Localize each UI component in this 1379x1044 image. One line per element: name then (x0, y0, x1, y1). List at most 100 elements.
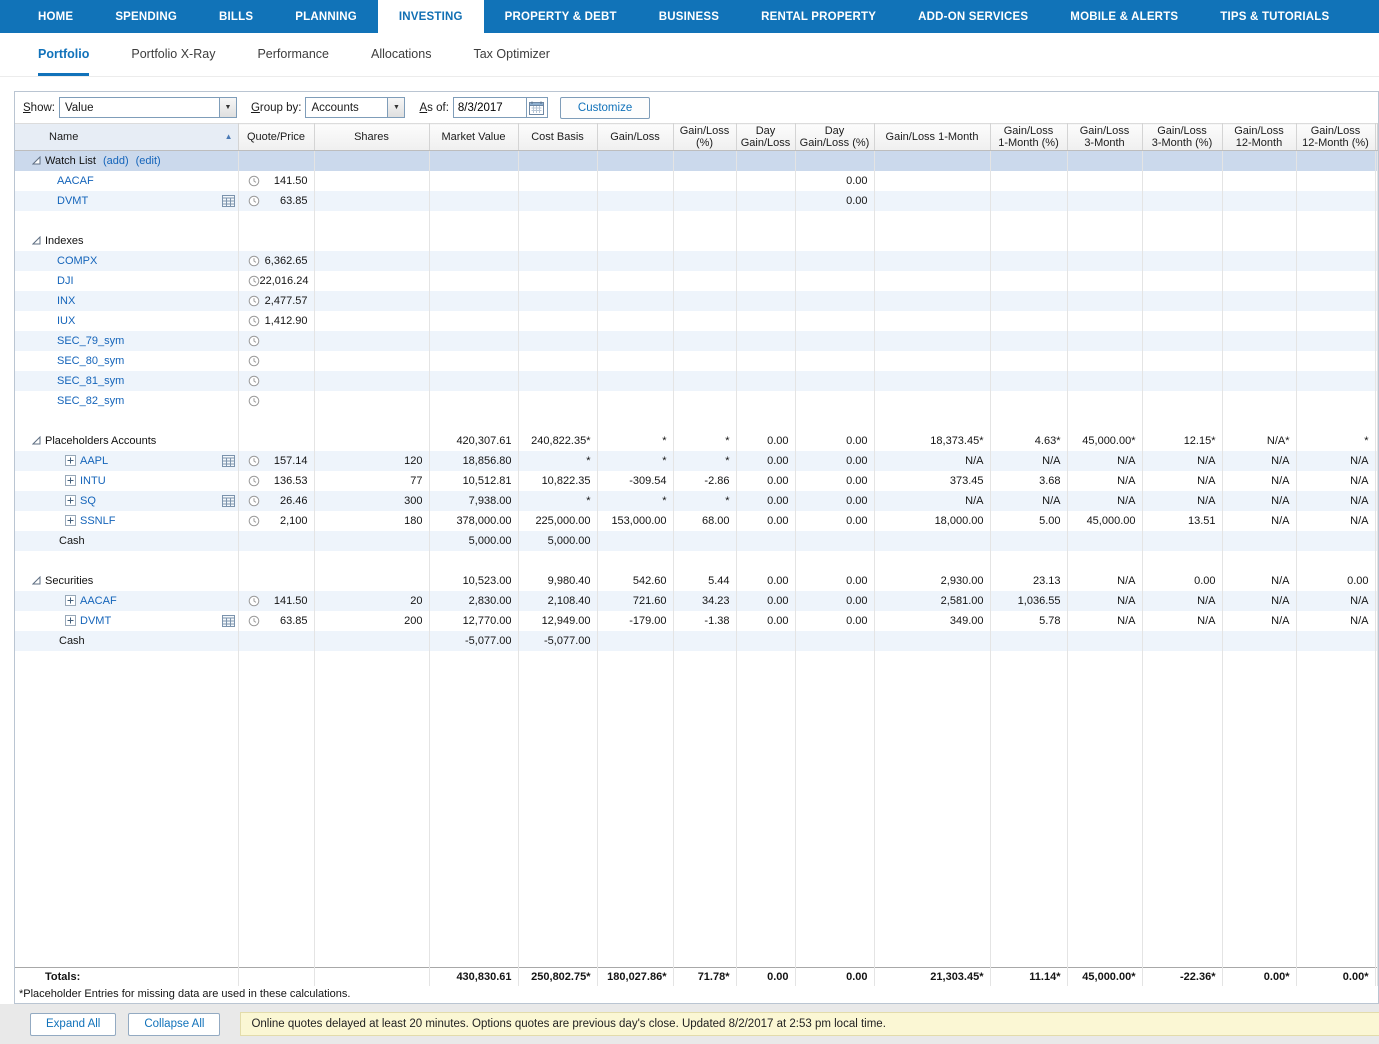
expand-icon[interactable] (65, 455, 76, 466)
symbol-link-inx[interactable]: INX (57, 295, 75, 307)
symbol-link-ssnlf[interactable]: SSNLF (80, 515, 115, 527)
col-header-market_value[interactable]: Market Value (429, 124, 518, 151)
security-row-compx[interactable]: COMPX6,362.65 (15, 251, 1378, 271)
cell-day_gl (736, 311, 795, 331)
symbol-link-compx[interactable]: COMPX (57, 255, 97, 267)
nav-item-home[interactable]: HOME (17, 0, 94, 33)
security-row-ssnlf[interactable]: SSNLF2,100180378,000.00225,000.00153,000… (15, 511, 1378, 531)
security-row-aapl[interactable]: AAPL157.1412018,856.80***0.000.00N/AN/AN… (15, 451, 1378, 471)
cell-m1_pct (990, 211, 1067, 231)
group-collapse-icon[interactable] (32, 576, 41, 585)
symbol-link-sec-80-sym[interactable]: SEC_80_sym (57, 355, 124, 367)
nav-item-spending[interactable]: SPENDING (94, 0, 198, 33)
price-history-icon[interactable] (222, 615, 235, 627)
expand-icon[interactable] (65, 595, 76, 606)
col-header-gain_loss_pct[interactable]: Gain/Loss(%) (673, 124, 736, 151)
group-collapse-icon[interactable] (32, 436, 41, 445)
customize-button[interactable]: Customize (560, 97, 650, 119)
symbol-link-dvmt[interactable]: DVMT (80, 615, 111, 627)
tab-portfolio-x-ray[interactable]: Portfolio X-Ray (131, 33, 215, 76)
group-row-securities[interactable]: Securities10,523.009,980.40542.605.440.0… (15, 571, 1378, 591)
symbol-link-intu[interactable]: INTU (80, 475, 106, 487)
cell-gain_loss (597, 231, 673, 251)
security-row-aacaf[interactable]: AACAF141.500.00 (15, 171, 1378, 191)
nav-item-rental-property[interactable]: RENTAL PROPERTY (740, 0, 897, 33)
price-history-icon[interactable] (222, 495, 235, 507)
symbol-link-sq[interactable]: SQ (80, 495, 96, 507)
group-collapse-icon[interactable] (32, 156, 41, 165)
security-row-sq[interactable]: SQ26.463007,938.00***0.000.00N/AN/AN/AN/… (15, 491, 1378, 511)
tab-portfolio[interactable]: Portfolio (38, 33, 89, 76)
security-row-inx[interactable]: INX2,477.57 (15, 291, 1378, 311)
col-header-quote[interactable]: Quote/Price (238, 124, 314, 151)
group-name: Watch List (45, 155, 96, 167)
calendar-icon[interactable] (527, 97, 548, 118)
security-row-sec-80-sym[interactable]: SEC_80_sym (15, 351, 1378, 371)
nav-item-property-debt[interactable]: PROPERTY & DEBT (484, 0, 638, 33)
cell-shares (314, 431, 429, 451)
col-header-m12_pct[interactable]: Gain/Loss12-Month (%) (1296, 124, 1375, 151)
group-collapse-icon[interactable] (32, 236, 41, 245)
symbol-link-aapl[interactable]: AAPL (80, 455, 108, 467)
nav-item-business[interactable]: BUSINESS (638, 0, 740, 33)
nav-item-mobile-alerts[interactable]: MOBILE & ALERTS (1049, 0, 1199, 33)
symbol-link-sec-81-sym[interactable]: SEC_81_sym (57, 375, 124, 387)
security-row-intu[interactable]: INTU136.537710,512.8110,822.35-309.54-2.… (15, 471, 1378, 491)
col-header-m1[interactable]: Gain/Loss 1-Month (874, 124, 990, 151)
group-edit-link[interactable]: (edit) (136, 155, 161, 167)
nav-item-investing[interactable]: INVESTING (378, 0, 484, 33)
nav-item-planning[interactable]: PLANNING (274, 0, 378, 33)
expand-icon[interactable] (65, 515, 76, 526)
col-header-m12[interactable]: Gain/Loss12-Month (1222, 124, 1296, 151)
col-header-gain_loss[interactable]: Gain/Loss (597, 124, 673, 151)
price-history-icon[interactable] (222, 455, 235, 467)
price-history-icon[interactable] (222, 195, 235, 207)
symbol-link-sec-82-sym[interactable]: SEC_82_sym (57, 395, 124, 407)
col-header-day_gl[interactable]: DayGain/Loss (736, 124, 795, 151)
symbol-link-aacaf[interactable]: AACAF (57, 175, 94, 187)
overflow-cell (1375, 631, 1378, 651)
expand-icon[interactable] (65, 615, 76, 626)
security-row-dvmt[interactable]: DVMT63.850.00 (15, 191, 1378, 211)
tab-tax-optimizer[interactable]: Tax Optimizer (473, 33, 549, 76)
show-select[interactable]: Value ▼ (59, 97, 237, 118)
group-add-link[interactable]: (add) (103, 155, 129, 167)
security-row-dji[interactable]: DJI22,016.24 (15, 271, 1378, 291)
symbol-link-dji[interactable]: DJI (57, 275, 74, 287)
tab-allocations[interactable]: Allocations (371, 33, 431, 76)
symbol-link-iux[interactable]: IUX (57, 315, 75, 327)
groupby-select[interactable]: Accounts ▼ (305, 97, 405, 118)
col-header-name[interactable]: Name▲ (15, 124, 238, 151)
col-header-shares[interactable]: Shares (314, 124, 429, 151)
cell-m12_pct (1296, 311, 1375, 331)
col-header-m3_pct[interactable]: Gain/Loss3-Month (%) (1142, 124, 1222, 151)
asof-date-input[interactable] (453, 97, 527, 118)
nav-item-bills[interactable]: BILLS (198, 0, 274, 33)
nav-item-add-on-services[interactable]: ADD-ON SERVICES (897, 0, 1049, 33)
expand-icon[interactable] (65, 495, 76, 506)
col-header-m3[interactable]: Gain/Loss3-Month (1067, 124, 1142, 151)
security-row-sec-81-sym[interactable]: SEC_81_sym (15, 371, 1378, 391)
tab-performance[interactable]: Performance (257, 33, 329, 76)
security-row-aacaf[interactable]: AACAF141.50202,830.002,108.40721.6034.23… (15, 591, 1378, 611)
col-header-day_gl_pct[interactable]: DayGain/Loss (%) (795, 124, 874, 151)
group-row-indexes[interactable]: Indexes (15, 231, 1378, 251)
symbol-link-dvmt[interactable]: DVMT (57, 195, 88, 207)
security-row-sec-82-sym[interactable]: SEC_82_sym (15, 391, 1378, 411)
security-row-dvmt[interactable]: DVMT63.8520012,770.0012,949.00-179.00-1.… (15, 611, 1378, 631)
symbol-link-aacaf[interactable]: AACAF (80, 595, 117, 607)
header-row: Name▲Quote/PriceSharesMarket ValueCost B… (15, 124, 1378, 151)
cash-row[interactable]: Cash-5,077.00-5,077.00 (15, 631, 1378, 651)
nav-item-tips-tutorials[interactable]: TIPS & TUTORIALS (1199, 0, 1350, 33)
security-row-iux[interactable]: IUX1,412.90 (15, 311, 1378, 331)
group-row-watch-list[interactable]: Watch List (add) (edit) (15, 151, 1378, 171)
security-row-sec-79-sym[interactable]: SEC_79_sym (15, 331, 1378, 351)
cash-row[interactable]: Cash5,000.005,000.00 (15, 531, 1378, 551)
group-row-placeholders-accounts[interactable]: Placeholders Accounts420,307.61240,822.3… (15, 431, 1378, 451)
collapse-all-button[interactable]: Collapse All (128, 1013, 220, 1036)
expand-icon[interactable] (65, 475, 76, 486)
symbol-link-sec-79-sym[interactable]: SEC_79_sym (57, 335, 124, 347)
col-header-cost_basis[interactable]: Cost Basis (518, 124, 597, 151)
expand-all-button[interactable]: Expand All (30, 1013, 116, 1036)
col-header-m1_pct[interactable]: Gain/Loss1-Month (%) (990, 124, 1067, 151)
